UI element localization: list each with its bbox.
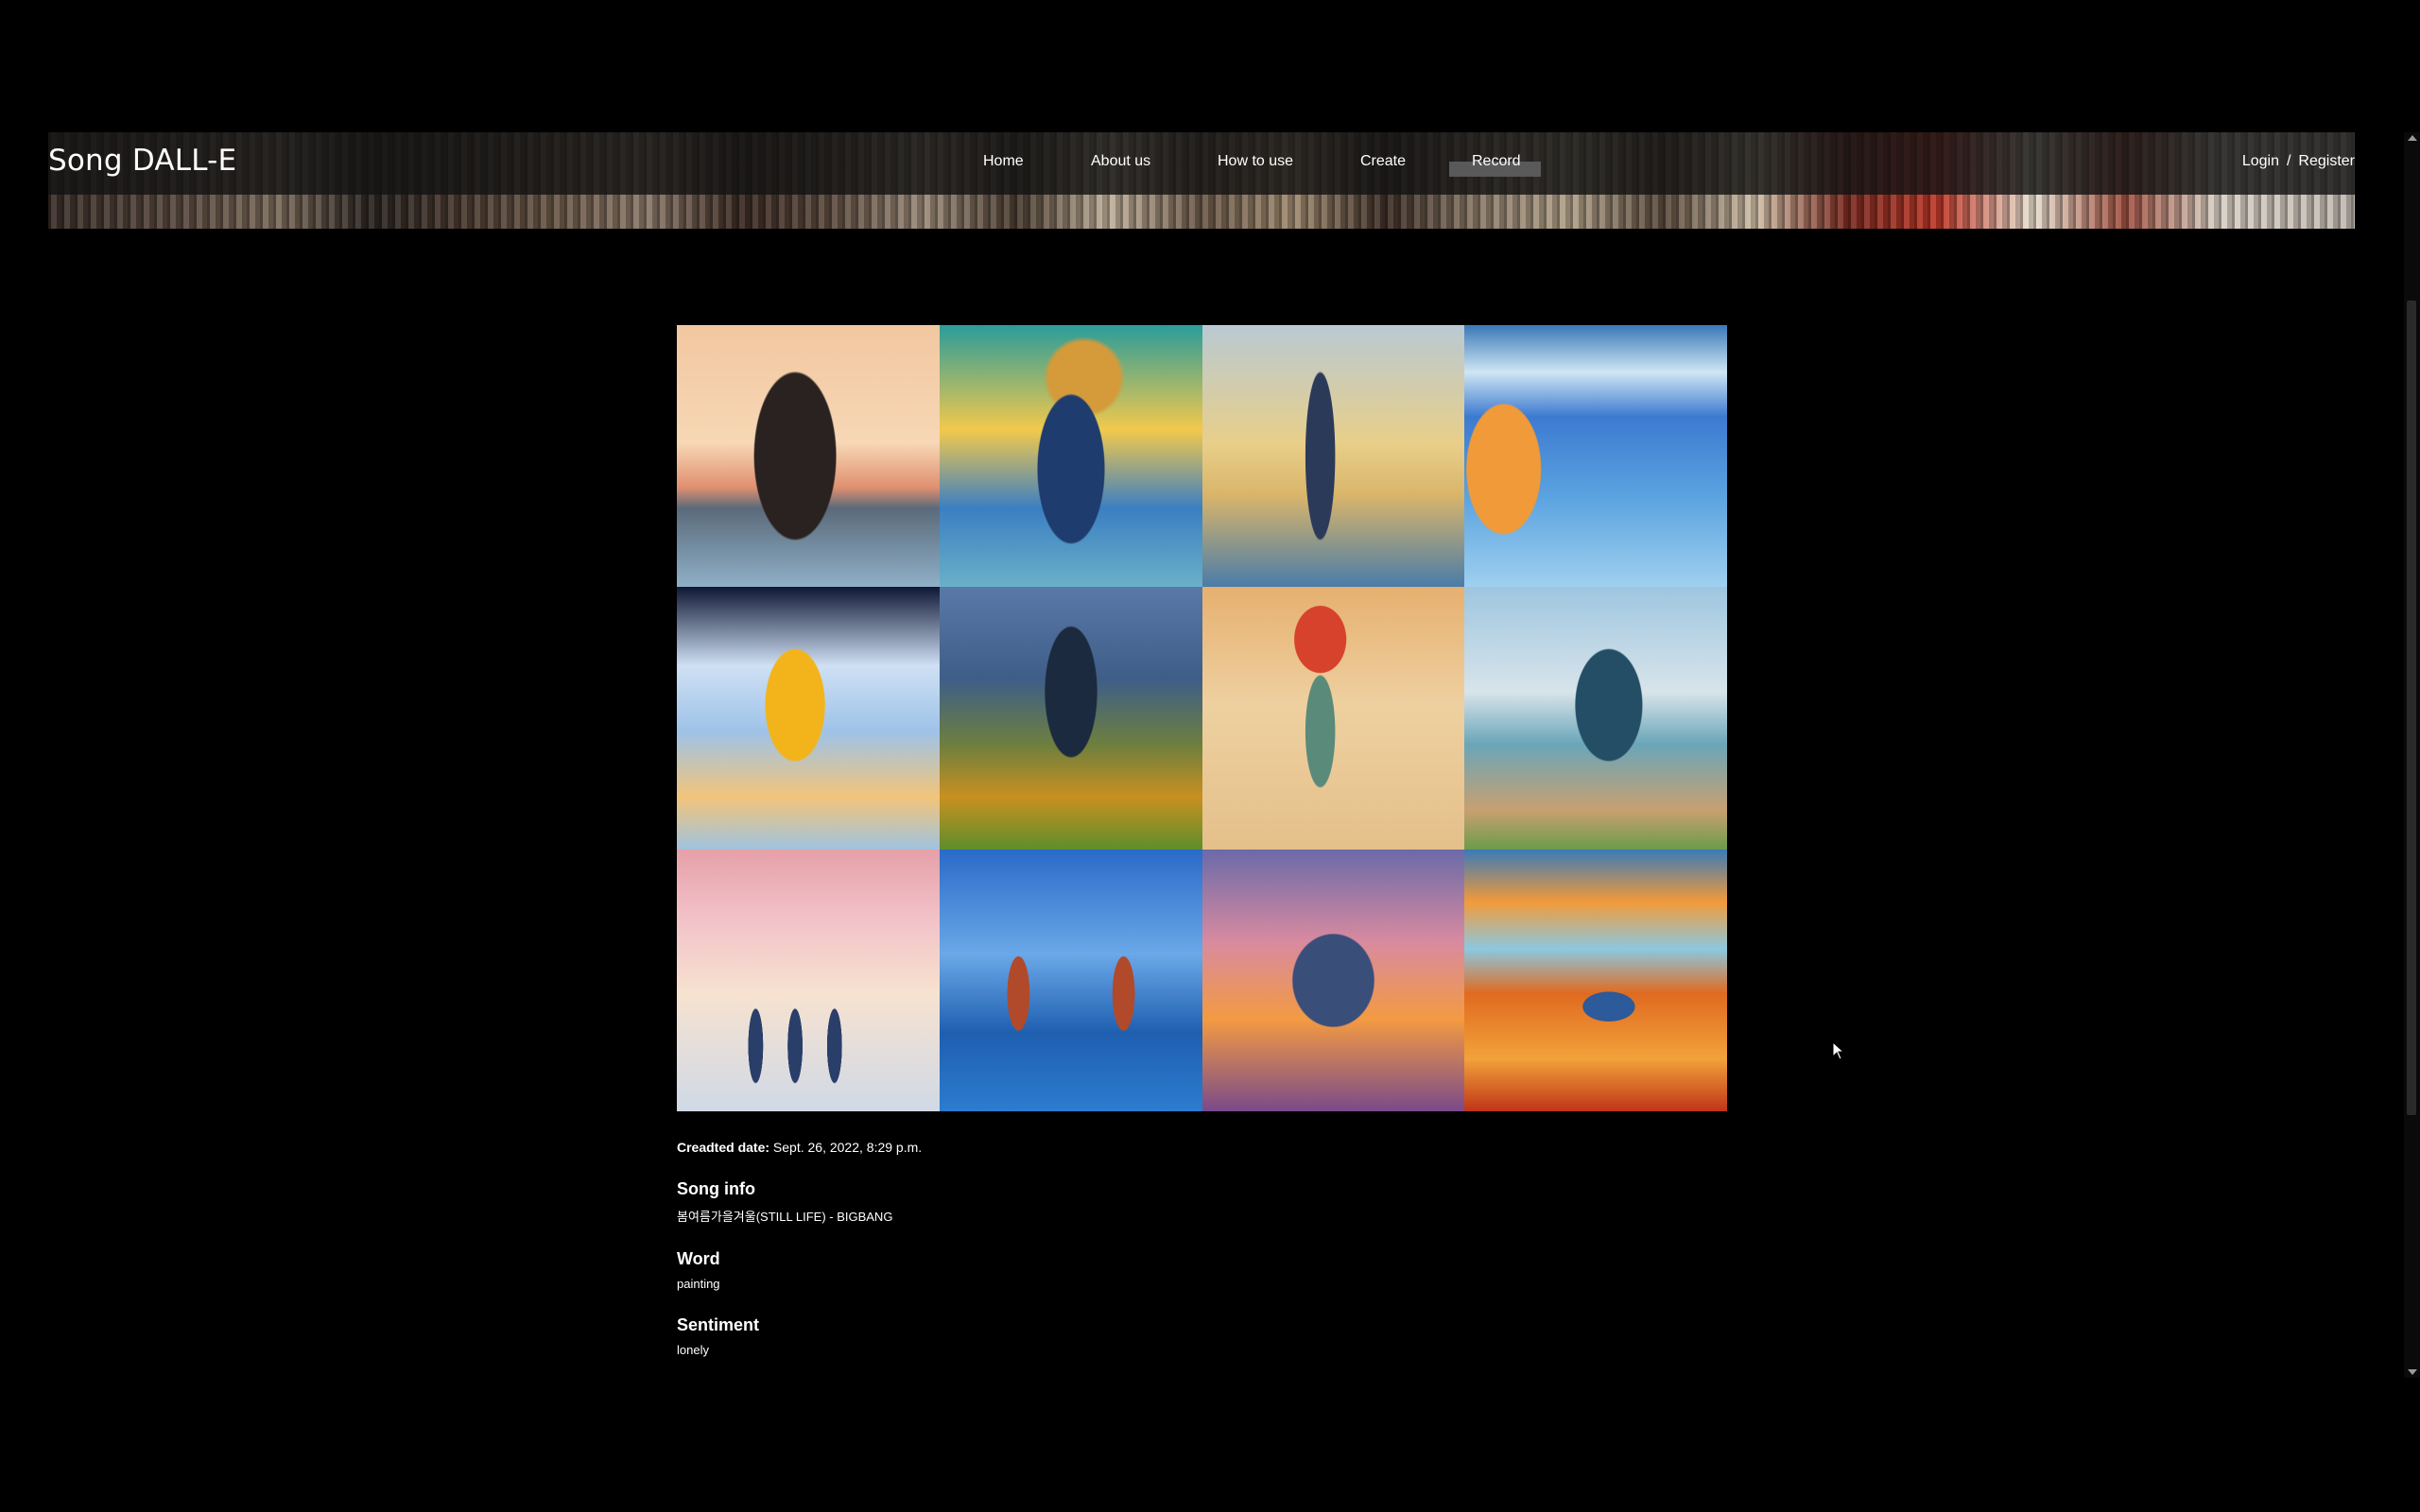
generated-image[interactable] [1201,587,1465,850]
generated-image-grid [677,325,1727,1111]
auth-links: Login / Register [2242,153,2355,170]
register-link[interactable]: Register [2298,153,2355,170]
generated-image[interactable] [1464,849,1727,1111]
brand-logo[interactable]: Song DALL-E [48,144,236,178]
nav-record-label: Record [1472,153,1521,169]
login-link[interactable]: Login [2242,153,2279,170]
generated-image[interactable] [939,325,1202,588]
generated-image[interactable] [1201,325,1465,588]
sentiment-section: Sentiment lonely [677,1315,922,1357]
scroll-up-arrow-icon[interactable] [2408,135,2417,141]
created-date-value: Sept. 26, 2022, 8:29 p.m. [772,1140,923,1155]
generated-image[interactable] [1464,587,1727,850]
mouse-cursor-icon [1832,1041,1845,1060]
nav-about-us[interactable]: About us [1091,153,1150,170]
scroll-down-arrow-icon[interactable] [2408,1369,2417,1375]
scroll-thumb[interactable] [2407,301,2416,1115]
auth-separator: / [2286,153,2291,169]
generated-image[interactable] [1464,325,1727,588]
nav-home[interactable]: Home [983,153,1024,170]
song-info-section: Song info 봄여름가을겨울(STILL LIFE) - BIGBANG [677,1179,922,1225]
generated-image[interactable] [939,849,1202,1111]
created-date: Creadted date: Sept. 26, 2022, 8:29 p.m. [677,1140,922,1155]
page: Song DALL-E Home About us How to use Cre… [0,0,2420,1512]
generated-image[interactable] [1201,849,1465,1111]
generated-image[interactable] [677,849,940,1111]
sentiment-title: Sentiment [677,1315,760,1334]
created-date-label: Creadted date: [677,1140,770,1155]
song-info-value: 봄여름가을겨울(STILL LIFE) - BIGBANG [677,1210,893,1224]
navbar: Song DALL-E Home About us How to use Cre… [48,132,2355,195]
generated-image[interactable] [939,587,1202,850]
word-title: Word [677,1249,720,1268]
nav-create[interactable]: Create [1360,153,1406,170]
generated-image[interactable] [677,325,940,588]
word-value: painting [677,1277,720,1291]
word-section: Word painting [677,1249,922,1291]
sentiment-value: lonely [677,1343,709,1357]
generated-image[interactable] [677,587,940,850]
vertical-scrollbar[interactable] [2404,132,2420,1378]
record-info: Creadted date: Sept. 26, 2022, 8:29 p.m.… [677,1140,922,1357]
nav-record[interactable]: Record [1449,153,1521,170]
song-info-title: Song info [677,1179,755,1198]
nav-how-to-use[interactable]: How to use [1218,153,1293,170]
